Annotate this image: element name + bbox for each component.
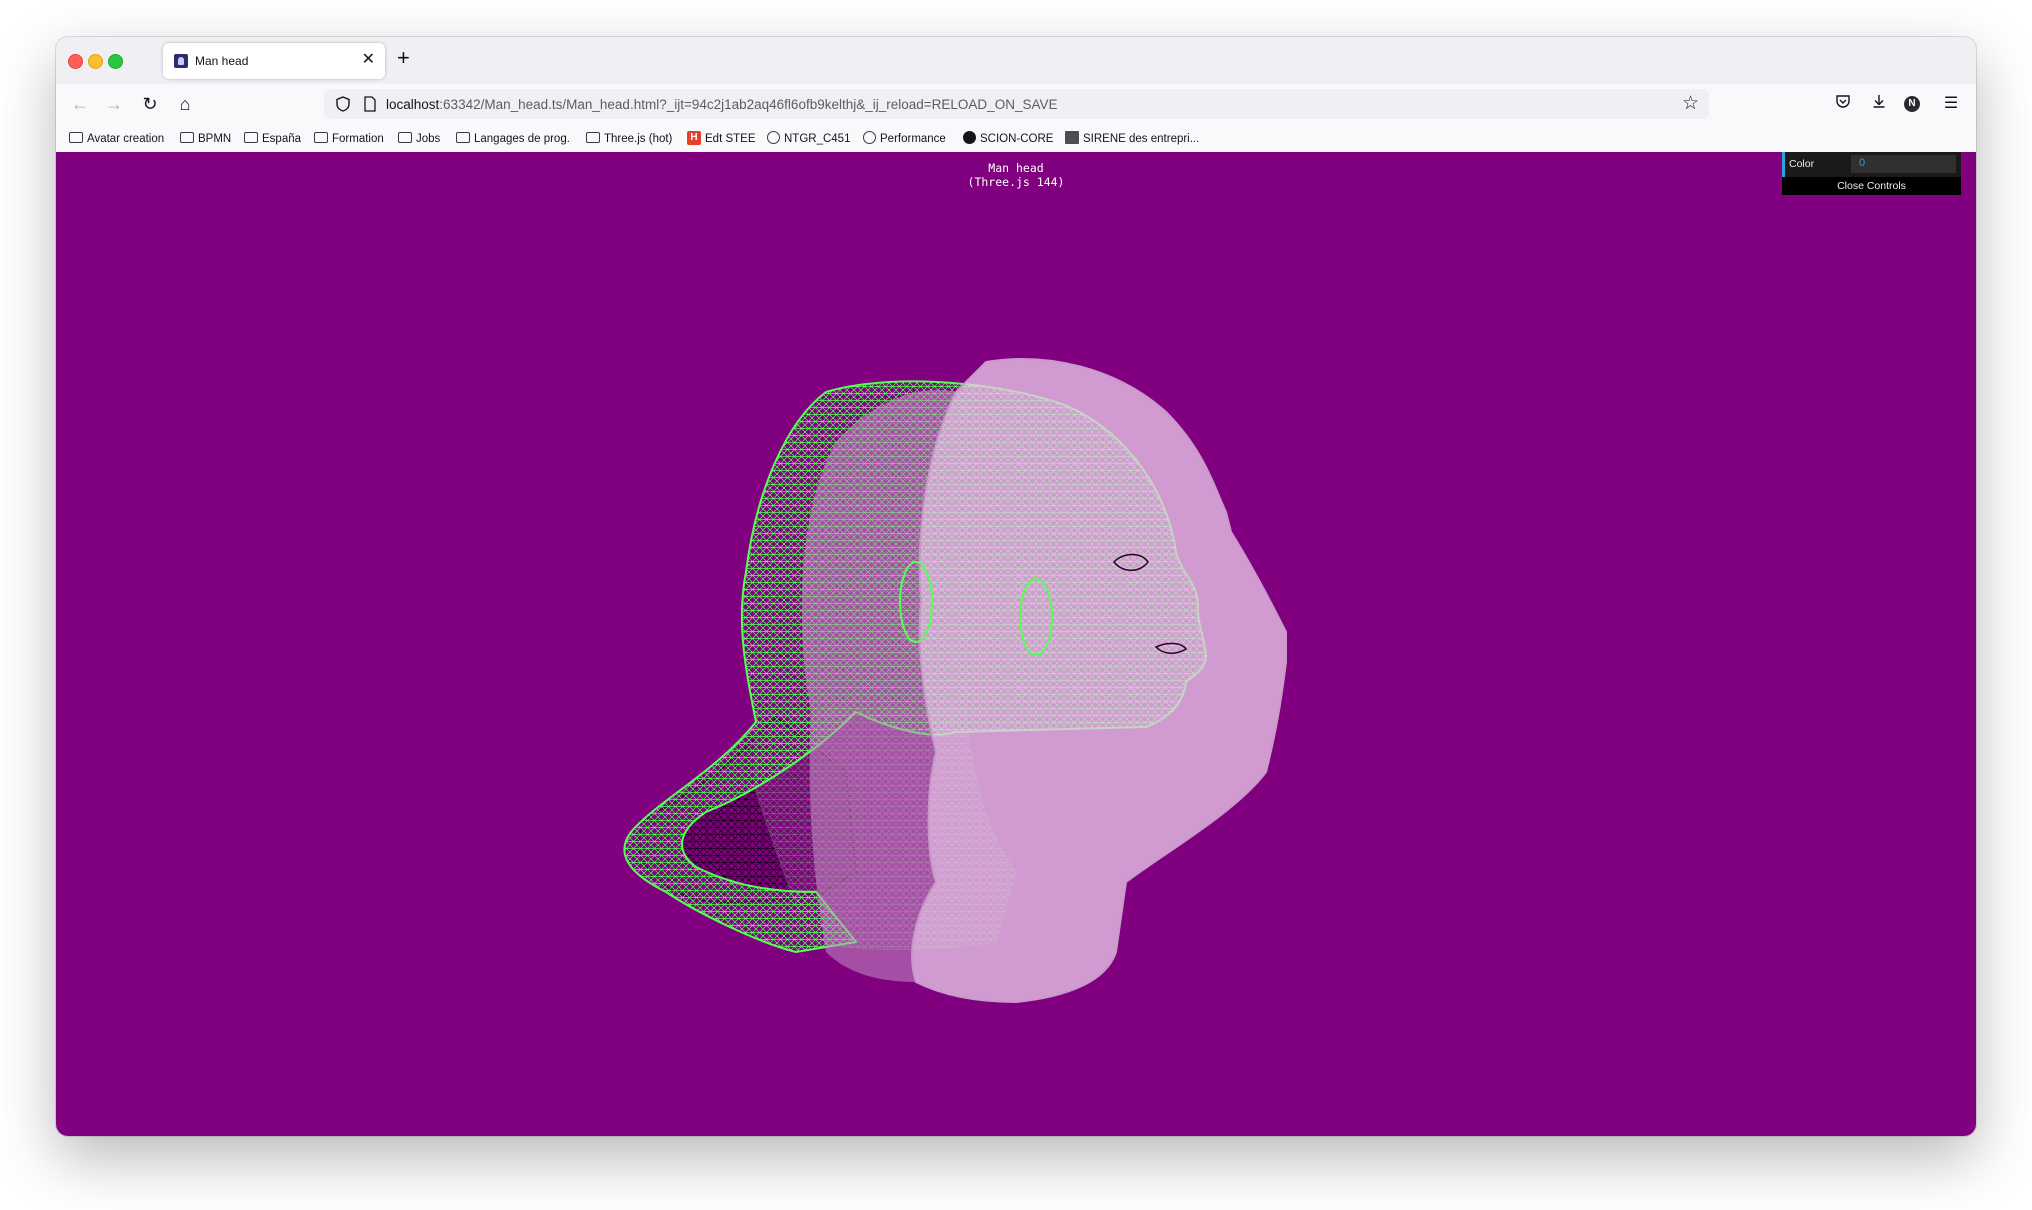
bookmark-label: Performance [880, 133, 946, 145]
gui-color-input[interactable] [1851, 155, 1956, 173]
bookmark-label: Langages de prog. [474, 133, 570, 145]
url-bar[interactable]: localhost:63342/Man_head.ts/Man_head.htm… [324, 89, 1709, 119]
url-host: localhost [386, 97, 440, 112]
bookmark-performance[interactable]: Performance [863, 131, 946, 147]
bookmark-label: Jobs [416, 133, 441, 145]
folder-icon [314, 132, 328, 144]
account-avatar-icon[interactable]: N [1904, 96, 1920, 112]
browser-window: Man head ✕ + ← → ↻ ⌂ localhost:63342/Man… [56, 37, 1976, 1136]
bookmark-avatar-creation[interactable]: Avatar creation [69, 131, 164, 147]
gui-color-label: Color [1789, 158, 1815, 170]
close-window-button[interactable] [68, 54, 83, 69]
tab-man-head[interactable]: Man head ✕ [163, 43, 385, 79]
tab-title: Man head [195, 54, 249, 68]
h-icon: H [687, 130, 701, 145]
folder-icon [244, 132, 258, 144]
menu-icon[interactable]: ☰ [1940, 93, 1962, 115]
minimize-window-button[interactable] [88, 54, 103, 69]
bookmark-label: BPMN [198, 133, 232, 145]
tab-strip: Man head ✕ + [56, 37, 1976, 84]
bookmark-label: SCION-CORE [980, 133, 1054, 145]
bookmark-star-icon[interactable]: ☆ [1682, 94, 1699, 114]
forward-button[interactable]: → [102, 92, 126, 116]
bookmark-threejs[interactable]: Three.js (hot) [586, 131, 672, 147]
page-icon [364, 96, 376, 112]
new-tab-button[interactable]: + [397, 46, 410, 70]
bookmark-edt-stee[interactable]: H Edt STEE [687, 130, 756, 147]
back-button[interactable]: ← [68, 92, 92, 116]
bookmark-bpmn[interactable]: BPMN [180, 131, 231, 147]
bookmark-sirene[interactable]: SIRENE des entrepri... [1065, 131, 1199, 147]
bookmark-label: SIRENE des entrepri... [1083, 133, 1200, 145]
threejs-canvas[interactable]: Man head (Three.js 144) Color 0 Close Co… [56, 152, 1976, 1136]
bookmark-scion-core[interactable]: SCION-CORE [963, 131, 1053, 147]
bookmark-langages[interactable]: Langages de prog. [456, 131, 570, 147]
download-icon[interactable] [1868, 93, 1890, 115]
tab-close-icon[interactable]: ✕ [362, 51, 375, 69]
scene-title-line1: Man head [988, 161, 1044, 175]
folder-icon [180, 132, 194, 144]
dat-gui-panel: Color 0 Close Controls [1782, 152, 1961, 196]
reload-button[interactable]: ↻ [138, 92, 162, 116]
folder-icon [456, 132, 470, 144]
zoom-window-button[interactable] [108, 54, 123, 69]
github-icon [963, 131, 976, 145]
url-path: :63342/Man_head.ts/Man_head.html?_ijt=94… [439, 97, 1058, 112]
bookmark-label: Avatar creation [87, 133, 165, 145]
bookmark-label: NTGR_C451 [784, 133, 851, 145]
gui-color-value[interactable]: 0 [1859, 157, 1865, 169]
tab-favicon-icon [174, 54, 188, 68]
bookmark-label: España [262, 133, 302, 145]
head-scene [623, 358, 1287, 1004]
bookmark-label: Edt STEE [705, 133, 756, 145]
home-button[interactable]: ⌂ [173, 92, 197, 116]
pocket-icon[interactable] [1832, 93, 1854, 115]
bookmark-formation[interactable]: Formation [314, 131, 384, 147]
shield-icon[interactable] [334, 95, 352, 113]
bookmark-jobs[interactable]: Jobs [398, 131, 440, 147]
close-controls-button[interactable]: Close Controls [1782, 177, 1961, 195]
ghost-head [911, 358, 1287, 1004]
url-text[interactable]: localhost:63342/Man_head.ts/Man_head.htm… [386, 97, 1057, 112]
bookmark-label: Three.js (hot) [604, 133, 673, 145]
globe-icon [863, 131, 876, 145]
bookmark-label: Formation [332, 133, 384, 145]
navigation-bar: ← → ↻ ⌂ localhost:63342/Man_head.ts/Man_… [56, 84, 1976, 124]
folder-icon [69, 132, 83, 144]
globe-icon [767, 131, 780, 145]
bookmark-ntgr[interactable]: NTGR_C451 [767, 131, 850, 147]
bookmark-espana[interactable]: España [244, 131, 301, 147]
scene-title: Man head (Three.js 144) [56, 161, 1976, 189]
sirene-icon [1065, 131, 1079, 145]
bookmarks-toolbar: Avatar creation BPMN España Formation Jo… [56, 124, 1976, 153]
folder-icon [398, 132, 412, 144]
folder-icon [586, 132, 600, 144]
gui-color-row: Color 0 [1782, 152, 1961, 177]
scene-title-line2: (Three.js 144) [967, 175, 1065, 189]
